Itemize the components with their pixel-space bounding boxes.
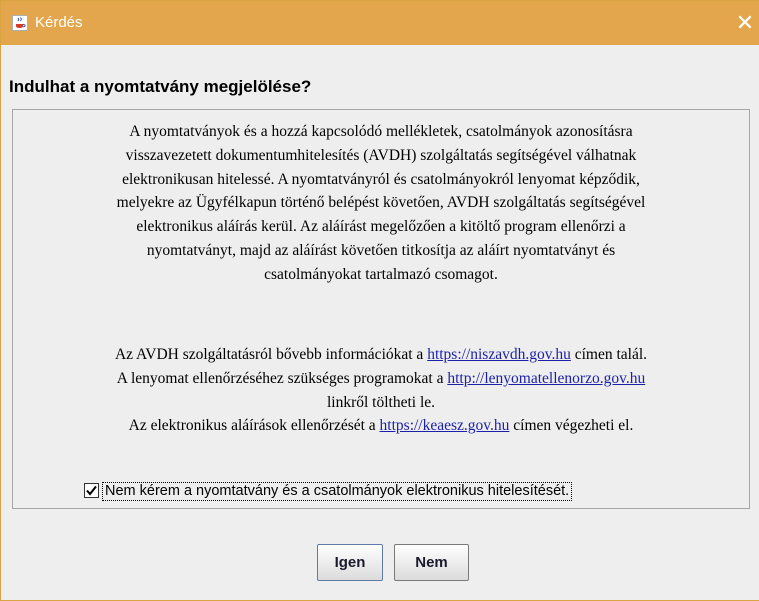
info-text: A lenyomat ellenőrzéséhez szükséges prog… — [116, 369, 444, 387]
description-line: melyekre az Ügyfélkapun történő belépést… — [116, 194, 646, 212]
info-text: Az elektronikus aláírások ellenőrzését a — [128, 417, 376, 435]
info-line-download: linkről töltheti le. — [326, 393, 436, 411]
description-line: nyomtatványt, majd az aláírást követően … — [146, 241, 616, 259]
dialog-window: Kérdés ✕ Indulhat a nyomtatvány megjelöl… — [0, 0, 759, 601]
yes-button[interactable]: Igen — [317, 544, 383, 581]
description-line: elektronikusan hitelessé. A nyomtatványr… — [122, 170, 640, 188]
description-line: visszavezetett dokumentumhitelesítés (AV… — [125, 146, 637, 164]
description-line: csatolmányokat tartalmazó csomagot. — [264, 265, 498, 283]
description-line: A nyomtatványok és a hozzá kapcsolódó me… — [129, 123, 633, 140]
no-authentication-checkbox-label[interactable]: Nem kérem a nyomtatvány és a csatolmányo… — [102, 482, 573, 501]
no-authentication-checkbox[interactable] — [84, 483, 99, 498]
info-text: címen talál. — [574, 346, 648, 363]
dialog-question: Indulhat a nyomtatvány megjelölése? — [9, 77, 312, 96]
info-text: Az AVDH szolgáltatásról bővebb informáci… — [114, 346, 424, 363]
info-line-keaesz: Az elektronikus aláírások ellenőrzését a… — [13, 414, 749, 438]
lenyomatellenorzo-link[interactable]: http://lenyomatellenorzo.gov.hu — [447, 370, 645, 387]
title-bar[interactable]: Kérdés ✕ — [1, 1, 759, 45]
niszavdh-link[interactable]: https://niszavdh.gov.hu — [427, 346, 571, 363]
info-line-avdh: Az AVDH szolgáltatásról bővebb informáci… — [13, 343, 749, 367]
no-button[interactable]: Nem — [394, 544, 469, 581]
java-cup-icon — [12, 15, 28, 31]
info-line-lenyomat: A lenyomat ellenőrzéséhez szükséges prog… — [13, 367, 749, 391]
info-text: címen végezheti el. — [513, 417, 634, 435]
info-paragraph: Az AVDH szolgáltatásról bővebb informáci… — [13, 343, 749, 438]
checkmark-icon — [86, 485, 97, 496]
description-paragraph: A nyomtatványok és a hozzá kapcsolódó me… — [13, 120, 749, 287]
description-line: elektronikus aláírás kerül. Az aláírást … — [136, 218, 626, 236]
window-title: Kérdés — [35, 14, 83, 31]
keaesz-link[interactable]: https://keaesz.gov.hu — [380, 417, 510, 434]
message-panel: A nyomtatványok és a hozzá kapcsolódó me… — [12, 109, 750, 509]
close-icon[interactable]: ✕ — [730, 1, 759, 45]
